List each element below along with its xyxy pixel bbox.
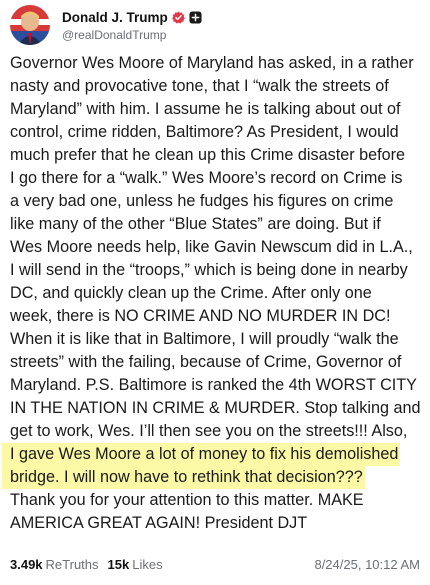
post-line: When it is like that in Baltimore, I wil…	[10, 330, 399, 348]
post-line: DC, and quickly clean up the Crime. Afte…	[10, 284, 372, 302]
plus-square-icon[interactable]	[189, 10, 202, 24]
post-header: Donald J. Trump @realDonaldTrump	[10, 4, 202, 46]
highlight-mark: I gave Wes Moore a lot of money to fix h…	[2, 443, 401, 466]
highlighted-line: bridge. I will now have to rethink that …	[2, 466, 420, 489]
post-line: AMERICA GREAT AGAIN! President DJT	[10, 514, 308, 532]
post-line: nasty and provocative tone, that I “walk…	[10, 77, 389, 95]
post-line: Wes Moore needs help, like Gavin Newscum…	[10, 238, 413, 256]
highlight-mark: bridge. I will now have to rethink that …	[2, 466, 365, 489]
avatar-image	[10, 5, 50, 45]
post-line: Maryland. P.S. Baltimore is ranked the 4…	[10, 376, 417, 394]
profile-avatar[interactable]	[10, 5, 50, 45]
likes-count[interactable]: 15k	[108, 557, 130, 572]
post-line: streets” with the failing, because of Cr…	[10, 353, 402, 371]
post-line: like many of the other “Blue States” are…	[10, 215, 381, 233]
verified-badge-icon	[171, 11, 185, 24]
post-line: I will send in the “troops,” which is be…	[10, 261, 408, 279]
author-handle[interactable]: @realDonaldTrump	[62, 28, 202, 42]
post-line: much prefer that he clean up this Crime …	[10, 146, 405, 164]
retruths-label[interactable]: ReTruths	[46, 557, 99, 572]
truth-post: Donald J. Trump @realDonaldTrump Governo…	[0, 0, 430, 585]
post-line: control, crime ridden, Baltimore? As Pre…	[10, 123, 399, 141]
highlighted-line: I gave Wes Moore a lot of money to fix h…	[2, 443, 420, 466]
post-line: Governor Wes Moore of Maryland has asked…	[10, 54, 414, 72]
post-line: week, there is NO CRIME AND NO MURDER IN…	[10, 307, 391, 325]
post-line: Thank you for your attention to this mat…	[10, 491, 364, 509]
author-display-name[interactable]: Donald J. Trump	[62, 10, 168, 25]
post-line: Maryland” with him. I assume he is talki…	[10, 100, 401, 118]
post-timestamp[interactable]: 8/24/25, 10:12 AM	[314, 557, 420, 572]
post-line: IN THE NATION IN CRIME & MURDER. Stop ta…	[10, 399, 421, 417]
post-footer: 3.49k ReTruths 15k Likes 8/24/25, 10:12 …	[10, 554, 420, 574]
post-line: I go there for a “walk.” Wes Moore’s rec…	[10, 169, 403, 187]
post-line: get to work, Wes. I’ll then see you on t…	[10, 422, 408, 440]
post-line: a very bad one, unless he fudges his fig…	[10, 192, 394, 210]
retruths-count[interactable]: 3.49k	[10, 557, 43, 572]
post-body: Governor Wes Moore of Maryland has asked…	[2, 52, 421, 535]
author-name-row: Donald J. Trump	[62, 8, 202, 26]
likes-label[interactable]: Likes	[132, 557, 162, 572]
author-identity: Donald J. Trump @realDonaldTrump	[62, 8, 202, 42]
